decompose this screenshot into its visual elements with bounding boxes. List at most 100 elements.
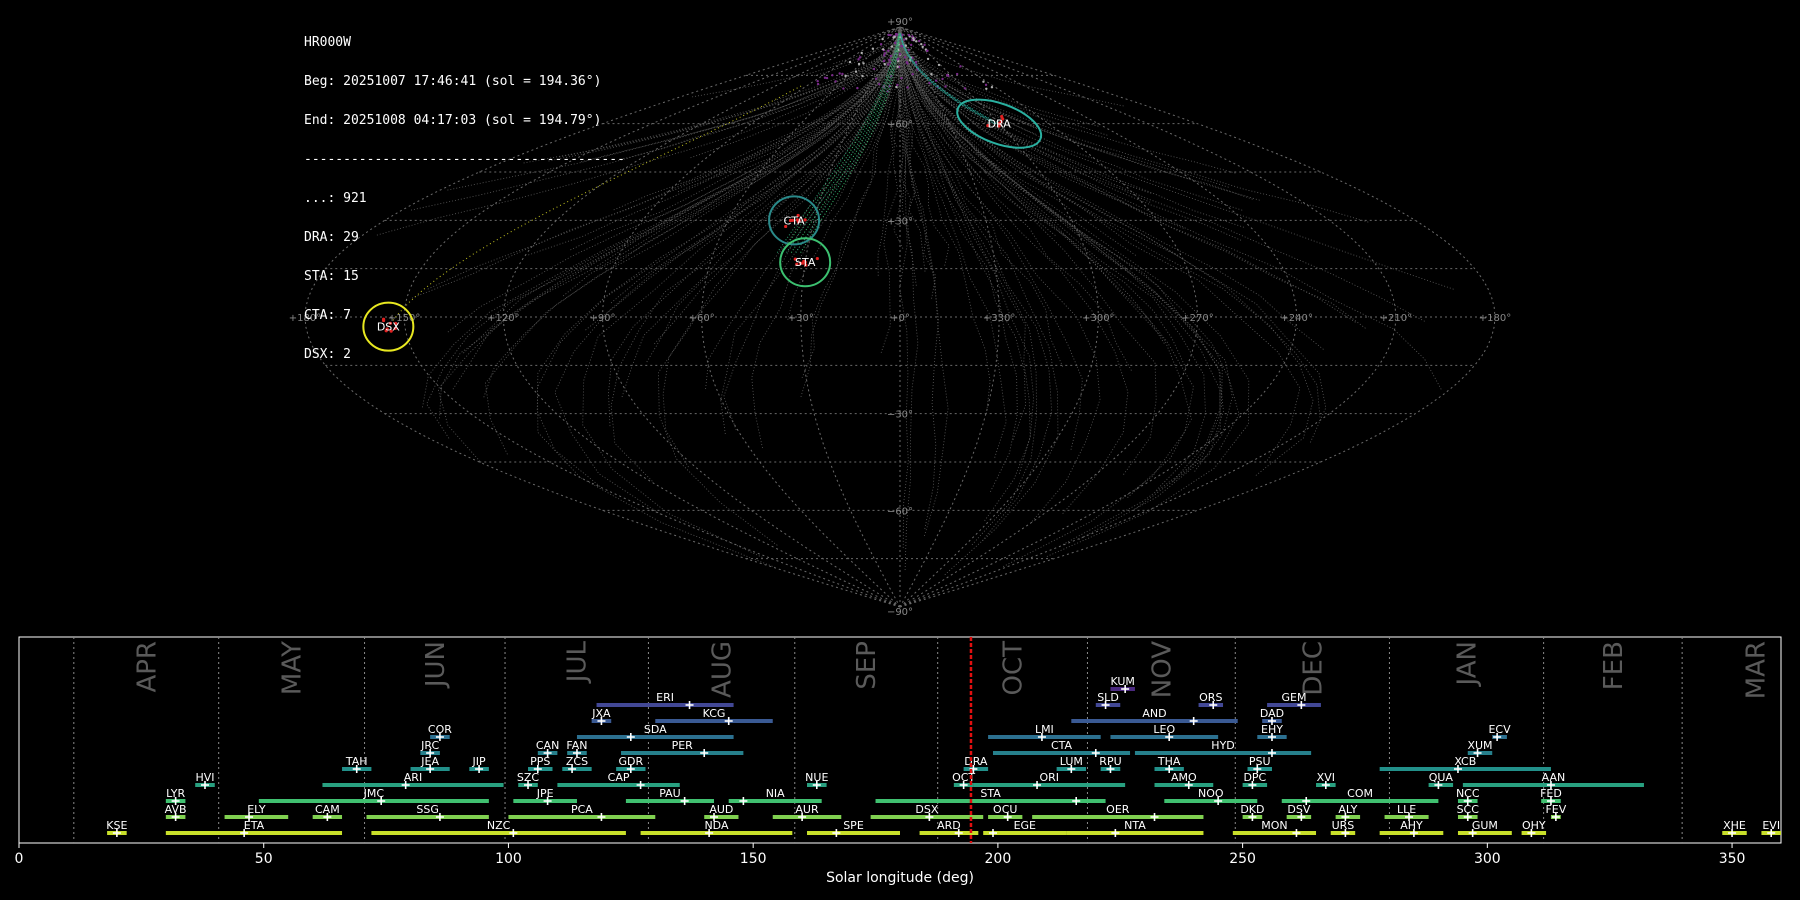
meteor-point xyxy=(906,62,909,65)
shower-code-label: SPE xyxy=(843,819,864,832)
shower-code-label: ORI xyxy=(1040,771,1060,784)
shower-code-label: AHY xyxy=(1400,819,1423,832)
meteor-point xyxy=(900,44,903,48)
shower-code-label: NZC xyxy=(487,819,511,832)
month-label: FEB xyxy=(1599,641,1629,690)
shower-code-label: LYR xyxy=(166,787,185,800)
shower-code-label: EGE xyxy=(1014,819,1036,832)
meteor-track xyxy=(596,26,901,270)
shower-code-label: URS xyxy=(1332,819,1355,832)
shower-jea: JEA xyxy=(410,755,450,773)
shower-jrc: JRC xyxy=(420,739,440,757)
shower-ohy: OHY xyxy=(1521,819,1547,837)
shower-jpe: JPE xyxy=(513,787,577,805)
meteor-point xyxy=(889,54,893,58)
shower-code-label: JIP xyxy=(472,755,486,768)
shower-gum: GUM xyxy=(1457,819,1512,837)
meteor-point xyxy=(926,49,929,52)
shower-code-label: ORS xyxy=(1199,691,1222,704)
shower-dad: DAD xyxy=(1260,707,1284,725)
shower-ssg: SSG xyxy=(366,803,489,821)
meteor-track xyxy=(899,26,1356,323)
meteor-point xyxy=(903,38,906,41)
meteor-track xyxy=(899,26,1245,228)
meteor-point xyxy=(834,80,837,83)
shower-ncc: NCC xyxy=(1456,787,1480,805)
meteor-track xyxy=(622,26,901,160)
shower-code-label: OER xyxy=(1106,803,1130,816)
month-label: SEP xyxy=(852,641,882,690)
shower-code-label: SSG xyxy=(416,803,439,816)
shower-lmi: LMI xyxy=(988,723,1101,741)
meteor-point xyxy=(894,32,898,36)
shower-hvi: HVI xyxy=(195,771,215,789)
meteor-point xyxy=(911,72,914,76)
x-tick-label: 0 xyxy=(15,851,24,867)
meteor-point xyxy=(944,85,947,88)
shower-code-label: XVI xyxy=(1317,771,1335,784)
shower-code-label: AUR xyxy=(795,803,819,816)
radiant-label: STA xyxy=(795,256,816,269)
shower-code-label: CAP xyxy=(608,771,630,784)
shower-spe: SPE xyxy=(807,819,900,837)
meteor-track xyxy=(899,26,1243,211)
latitude-label: −30° xyxy=(887,410,913,421)
shower-code-label: RPU xyxy=(1099,755,1121,768)
radiant-label: DRA xyxy=(988,118,1012,131)
meteor-track xyxy=(899,26,1056,236)
longitude-label: +210° xyxy=(1380,313,1412,324)
shower-sda: SDA xyxy=(576,723,734,741)
meteor-track xyxy=(690,26,901,159)
meteor-point xyxy=(816,79,819,83)
meteor-track xyxy=(580,26,901,163)
shower-code-label: FAN xyxy=(566,739,587,752)
meteor-track xyxy=(899,26,1442,390)
x-axis: 0 50 100 150 200 250 300 350 xyxy=(15,843,1745,867)
shower-fed: FED xyxy=(1540,787,1562,805)
begin-time: Beg: 20251007 17:46:41 (sol = 194.36°) xyxy=(304,74,602,89)
meteor-track xyxy=(610,26,901,304)
shower-code-label: ERI xyxy=(656,691,674,704)
meteor-track xyxy=(899,26,1229,188)
shower-lum: LUM xyxy=(1056,755,1086,773)
shower-eta: ETA xyxy=(165,819,343,837)
shower-urs: URS xyxy=(1330,819,1356,837)
shower-count: CTA: 7 xyxy=(304,308,351,323)
shower-code-label: SDA xyxy=(644,723,667,736)
meteor-point xyxy=(941,77,944,81)
month-label: OCT xyxy=(999,641,1029,696)
month-label: JUL xyxy=(563,640,593,684)
shower-code-label: CAN xyxy=(536,739,559,752)
shower-oer: OER xyxy=(1032,803,1204,821)
shower-timeline-chart: APR MAY JUN JUL AUG SEP OCT NOV DEC JAN FEB MAR KSE… xyxy=(15,636,1782,886)
shower-code-label: ECV xyxy=(1488,723,1511,736)
meteor-point xyxy=(893,41,897,45)
shower-code-label: HYD xyxy=(1211,739,1234,752)
meteor-point xyxy=(887,49,890,52)
meteor-point xyxy=(882,54,886,57)
shower-code-label: COM xyxy=(1347,787,1373,800)
meteor-point xyxy=(844,74,847,78)
shower-rpu: RPU xyxy=(1099,755,1122,773)
shower-com: COM xyxy=(1281,787,1439,805)
shower-mon: MON xyxy=(1232,819,1317,837)
meteor-point xyxy=(895,85,898,89)
meteor-point xyxy=(860,51,863,55)
shower-code-label: MON xyxy=(1261,819,1287,832)
shower-code-label: JRC xyxy=(420,739,439,752)
meteor-point xyxy=(928,81,931,85)
shower-code-label: NOO xyxy=(1198,787,1224,800)
shower-pca: PCA xyxy=(508,803,656,821)
shower-code-label: DSV xyxy=(1287,803,1310,816)
meteor-track xyxy=(899,26,1124,107)
shower-code-label: ETA xyxy=(244,819,265,832)
shower-kse: KSE xyxy=(106,819,128,837)
meteor-radiant-point xyxy=(815,256,819,261)
meteor-point xyxy=(937,63,941,67)
month-label: DEC xyxy=(1298,641,1328,696)
shower-code-label: PER xyxy=(672,739,694,752)
meteor-point xyxy=(874,77,878,80)
meteor-track xyxy=(646,26,901,363)
shower-code-label: KSE xyxy=(106,819,127,832)
longitude-label: +60° xyxy=(689,313,715,324)
